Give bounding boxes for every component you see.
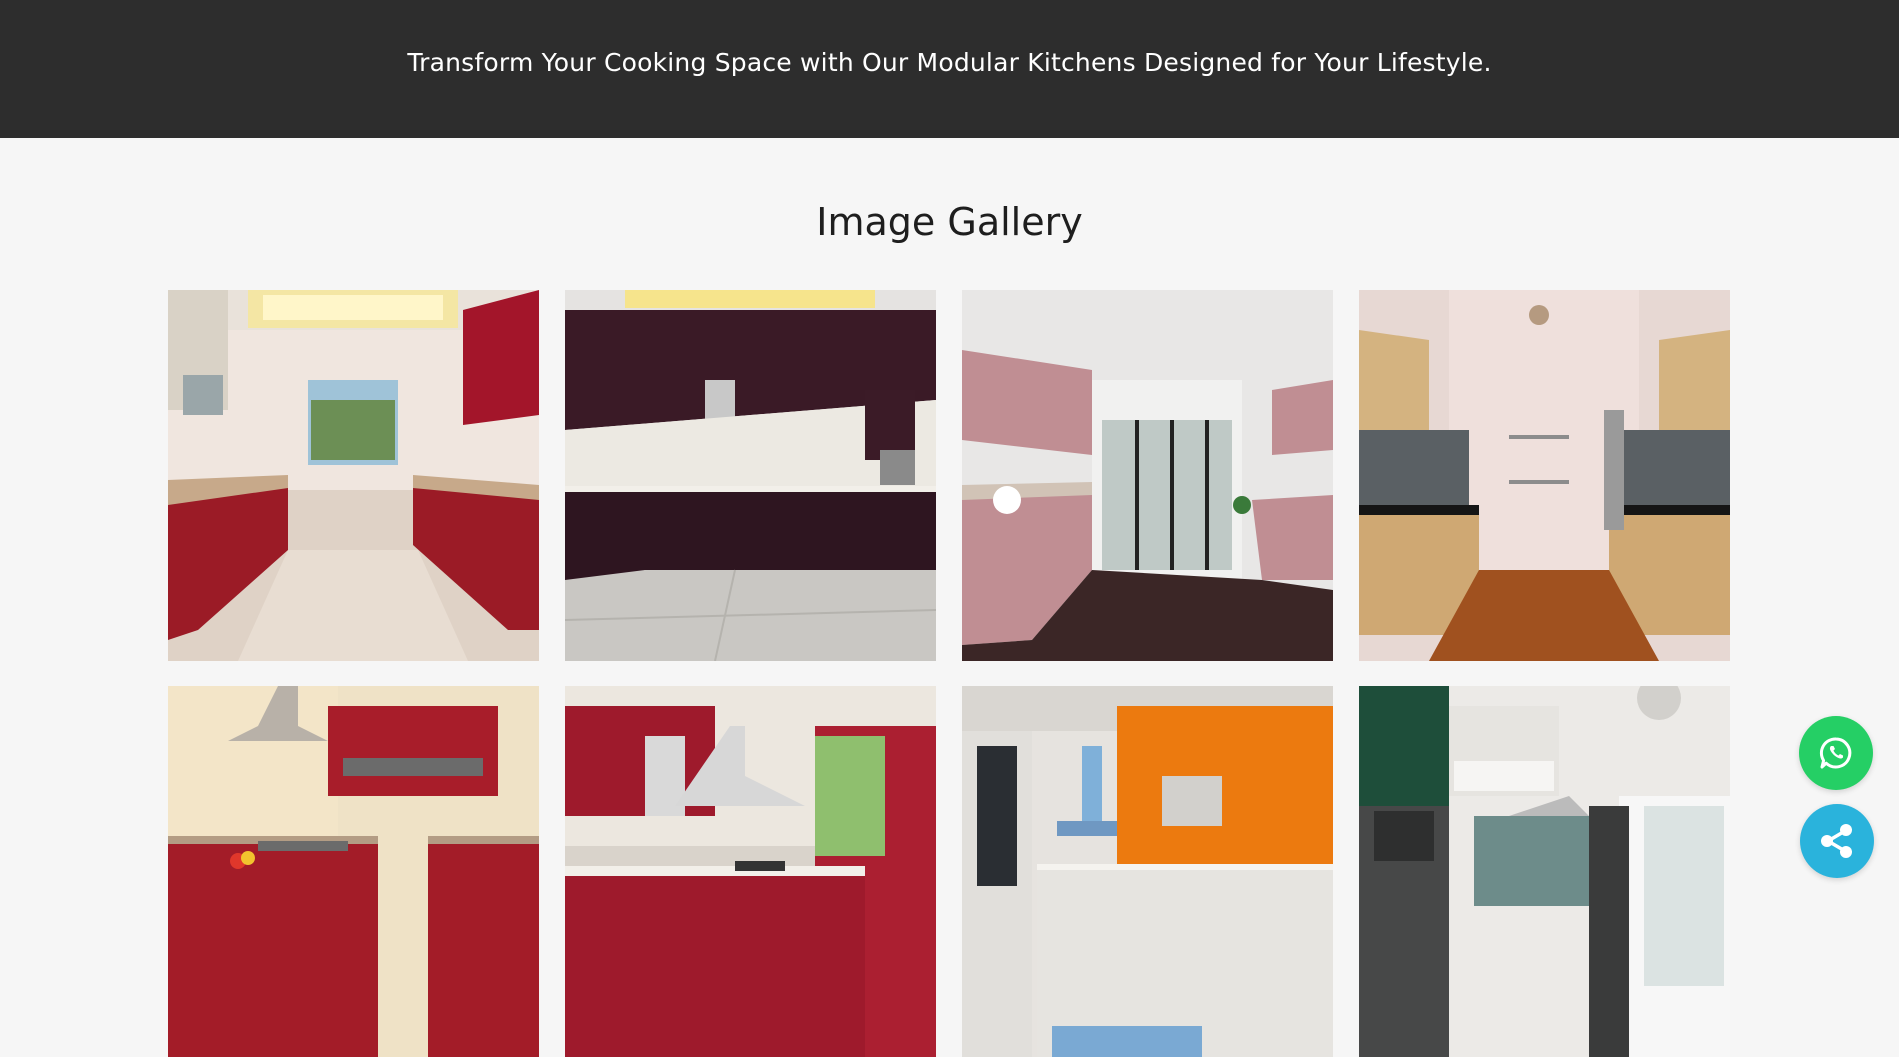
top-banner: Transform Your Cooking Space with Our Mo… <box>0 0 1899 138</box>
share-icon <box>1817 821 1857 861</box>
whatsapp-button[interactable] <box>1799 716 1873 790</box>
kitchen-image-red-island[interactable] <box>565 686 936 1057</box>
kitchen-image-red-l-shaped[interactable] <box>168 686 539 1057</box>
kitchen-image-pink-parallel[interactable] <box>962 290 1333 661</box>
kitchen-image-plum-l-shaped[interactable] <box>565 290 936 661</box>
share-button[interactable] <box>1800 804 1874 878</box>
kitchen-image-wood-parallel[interactable] <box>1359 290 1730 661</box>
gallery-title: Image Gallery <box>816 200 1083 244</box>
banner-tagline: Transform Your Cooking Space with Our Mo… <box>407 47 1492 77</box>
whatsapp-icon <box>1818 735 1854 771</box>
kitchen-image-orange-straight[interactable] <box>962 686 1333 1057</box>
kitchen-image-green-grey[interactable] <box>1359 686 1730 1057</box>
image-gallery-grid <box>168 290 1731 1057</box>
kitchen-image-red-parallel[interactable] <box>168 290 539 661</box>
